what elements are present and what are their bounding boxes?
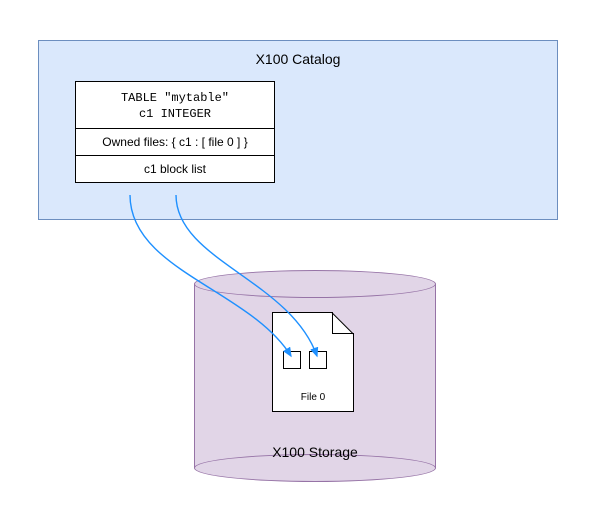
- block-0: [283, 351, 301, 369]
- file-label: File 0: [273, 392, 353, 403]
- catalog-box: X100 Catalog TABLE "mytable" c1 INTEGER …: [38, 40, 558, 220]
- file-blocks: [283, 351, 327, 369]
- table-heading-line1: TABLE "mytable": [121, 91, 229, 105]
- catalog-title: X100 Catalog: [39, 41, 557, 67]
- cylinder-top: [194, 270, 436, 298]
- table-heading: TABLE "mytable" c1 INTEGER: [76, 82, 274, 128]
- storage-label: X100 Storage: [194, 444, 436, 460]
- file-icon: File 0: [272, 312, 354, 412]
- file-fold-edges: [332, 312, 354, 334]
- storage-cylinder: File 0 X100 Storage: [194, 270, 436, 482]
- owned-files-row: Owned files: { c1 : [ file 0 ] }: [76, 128, 274, 155]
- table-heading-line2: c1 INTEGER: [139, 107, 211, 121]
- table-card: TABLE "mytable" c1 INTEGER Owned files: …: [75, 81, 275, 183]
- block-list-row: c1 block list: [76, 155, 274, 182]
- block-1: [309, 351, 327, 369]
